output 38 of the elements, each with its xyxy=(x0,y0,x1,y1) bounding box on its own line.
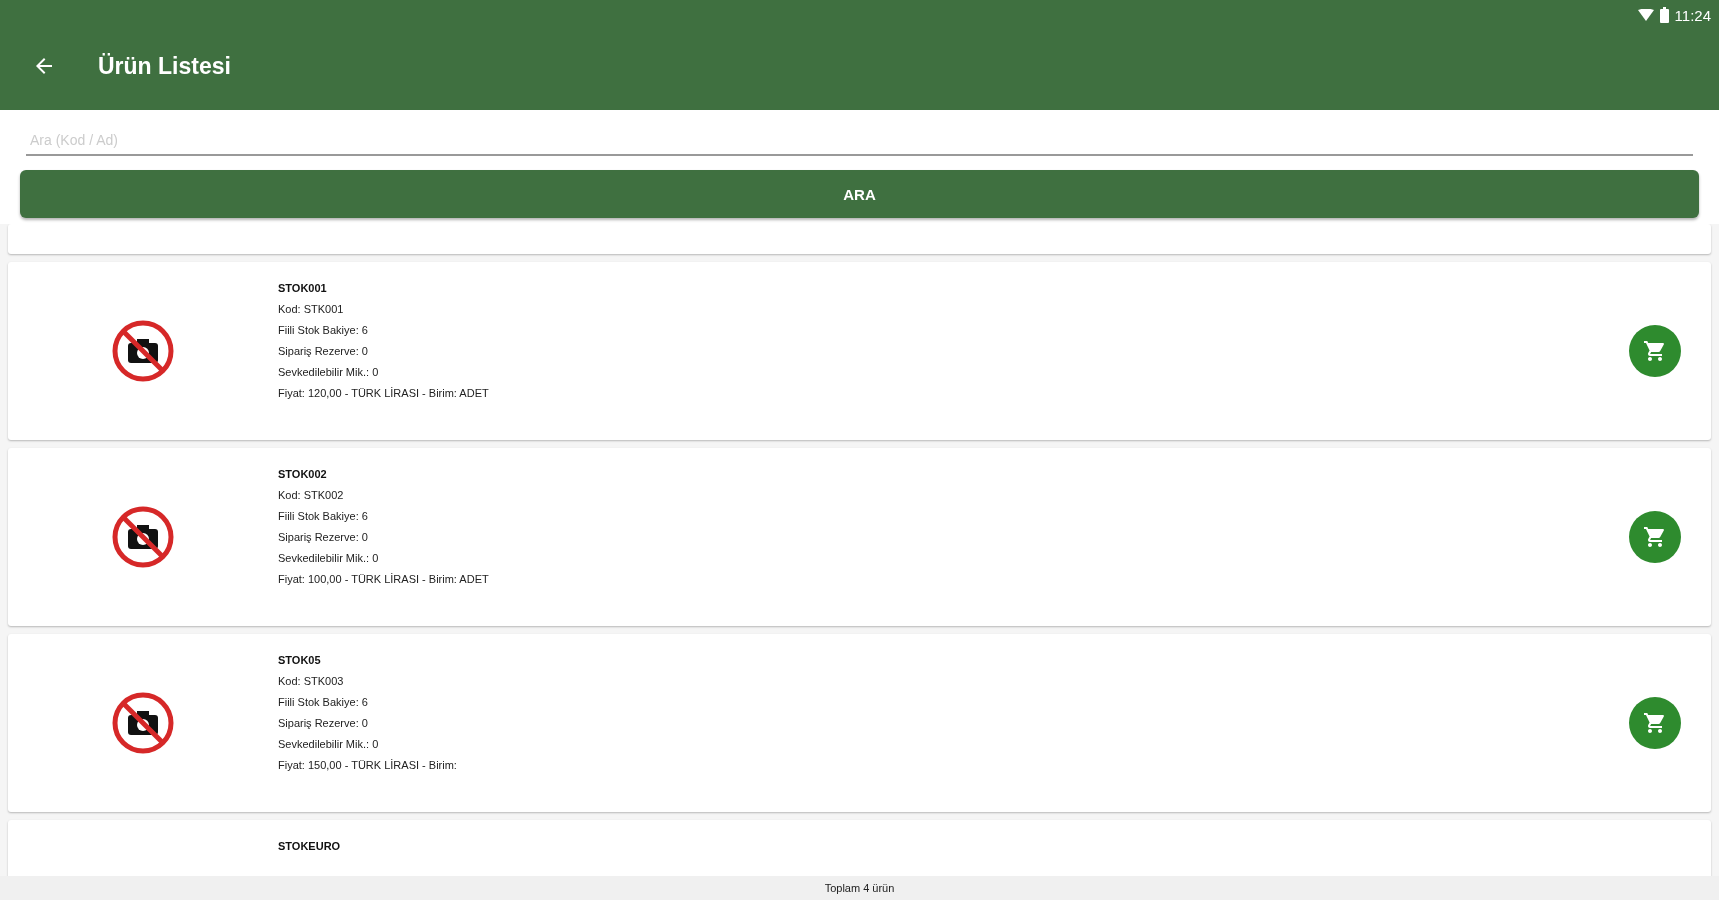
product-detail: Fiyat: 120,00 - TÜRK LİRASI - Birim: ADET xyxy=(278,387,490,399)
product-detail: Sipariş Rezerve: 0 xyxy=(278,345,369,357)
product-card[interactable]: STOKEURO xyxy=(8,820,1711,876)
wifi-icon xyxy=(1637,9,1654,21)
cart-icon xyxy=(1643,711,1667,735)
product-name: STOKEURO xyxy=(278,840,342,852)
product-card[interactable]: STOK001 Kod: STK001 Fiili Stok Bakiye: 6 Sipariş Rezerve: 0 Sevkedilebilir Mik.: 0 Fiyat: 120,00 - TÜRK LİRASI - Birim: ADET xyxy=(8,262,1711,440)
product-detail: Sipariş Rezerve: 0 xyxy=(278,531,369,543)
product-detail: Fiili Stok Bakiye: 6 xyxy=(278,510,369,522)
add-to-cart-button[interactable] xyxy=(1629,697,1681,749)
add-to-cart-button[interactable] xyxy=(1629,325,1681,377)
no-photo-icon xyxy=(111,319,175,383)
product-detail: Fiili Stok Bakiye: 6 xyxy=(278,696,369,708)
product-name: STOK002 xyxy=(278,468,328,480)
product-detail: Fiyat: 150,00 - TÜRK LİRASI - Birim: xyxy=(278,759,458,771)
total-count: Toplam 4 ürün xyxy=(824,882,895,894)
product-detail: Kod: STK001 xyxy=(278,303,345,315)
add-to-cart-button[interactable] xyxy=(1629,511,1681,563)
product-detail: Fiili Stok Bakiye: 6 xyxy=(278,324,369,336)
no-photo-icon xyxy=(111,505,175,569)
product-detail: Kod: STK002 xyxy=(278,489,345,501)
product-detail: Kod: STK003 xyxy=(278,675,345,687)
search-button[interactable]: ARA xyxy=(20,170,1699,218)
product-detail: Sevkedilebilir Mik.: 0 xyxy=(278,366,380,378)
cart-icon xyxy=(1643,339,1667,363)
product-card[interactable]: STOK002 Kod: STK002 Fiili Stok Bakiye: 6 Sipariş Rezerve: 0 Sevkedilebilir Mik.: 0 Fiyat: 100,00 - TÜRK LİRASI - Birim: ADET xyxy=(8,448,1711,626)
cart-icon xyxy=(1643,525,1667,549)
product-detail: Sipariş Rezerve: 0 xyxy=(278,717,369,729)
no-photo-icon xyxy=(111,691,175,755)
product-detail: Sevkedilebilir Mik.: 0 xyxy=(278,738,380,750)
product-card[interactable]: STOK05 Kod: STK003 Fiili Stok Bakiye: 6 Sipariş Rezerve: 0 Sevkedilebilir Mik.: 0 Fiyat: 150,00 - TÜRK LİRASI - Birim: xyxy=(8,634,1711,812)
product-detail: Fiyat: 100,00 - TÜRK LİRASI - Birim: ADET xyxy=(278,573,490,585)
product-name: STOK001 xyxy=(278,282,328,294)
product-detail: Sevkedilebilir Mik.: 0 xyxy=(278,552,380,564)
screen-title: Ürün Listesi xyxy=(98,52,231,80)
product-name: STOK05 xyxy=(278,654,322,666)
battery-icon xyxy=(1659,7,1669,23)
status-time: 11:24 xyxy=(1674,6,1711,24)
